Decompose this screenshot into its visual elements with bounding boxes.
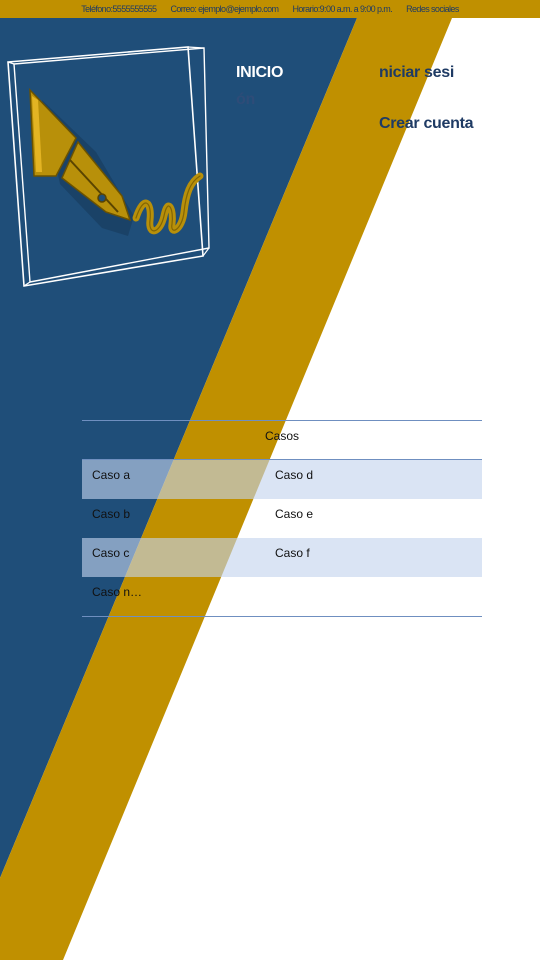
table-cell[interactable]: Caso b [92, 507, 130, 521]
table-cell[interactable]: Caso a [92, 468, 130, 482]
table-cell[interactable]: Caso f [275, 546, 310, 560]
table-header: Casos [82, 421, 482, 460]
table-row: Caso a Caso d [82, 460, 482, 499]
contact-bar: Teléfono:5555555555 Correo: ejemplo@ejem… [0, 0, 540, 18]
table-cell[interactable]: Caso e [275, 507, 313, 521]
table-row: Caso b Caso e [82, 499, 482, 538]
fountain-pen-logo-icon [7, 46, 210, 287]
table-cell[interactable]: Caso c [92, 546, 129, 560]
hours-text: Horario:9:00 a.m. a 9:00 p.m. [292, 4, 393, 14]
nav-home-overflow-text: ón [236, 91, 255, 108]
table-row: Caso n… [82, 577, 482, 616]
table-row: Caso c Caso f [82, 538, 482, 577]
phone-text: Teléfono:5555555555 [81, 4, 157, 14]
table-cell[interactable]: Caso d [275, 468, 313, 482]
table-cell[interactable]: Caso n… [92, 585, 142, 599]
nav-home-link[interactable]: INICIO [236, 64, 283, 82]
nav-register-link[interactable]: Crear cuenta [379, 115, 474, 133]
cases-table: Casos Caso a Caso d Caso b Caso e Caso c… [82, 420, 482, 617]
email-text: Correo: ejemplo@ejemplo.com [170, 4, 279, 14]
nav-login-link[interactable]: niciar sesi [379, 64, 454, 82]
social-link[interactable]: Redes sociales [406, 4, 459, 14]
